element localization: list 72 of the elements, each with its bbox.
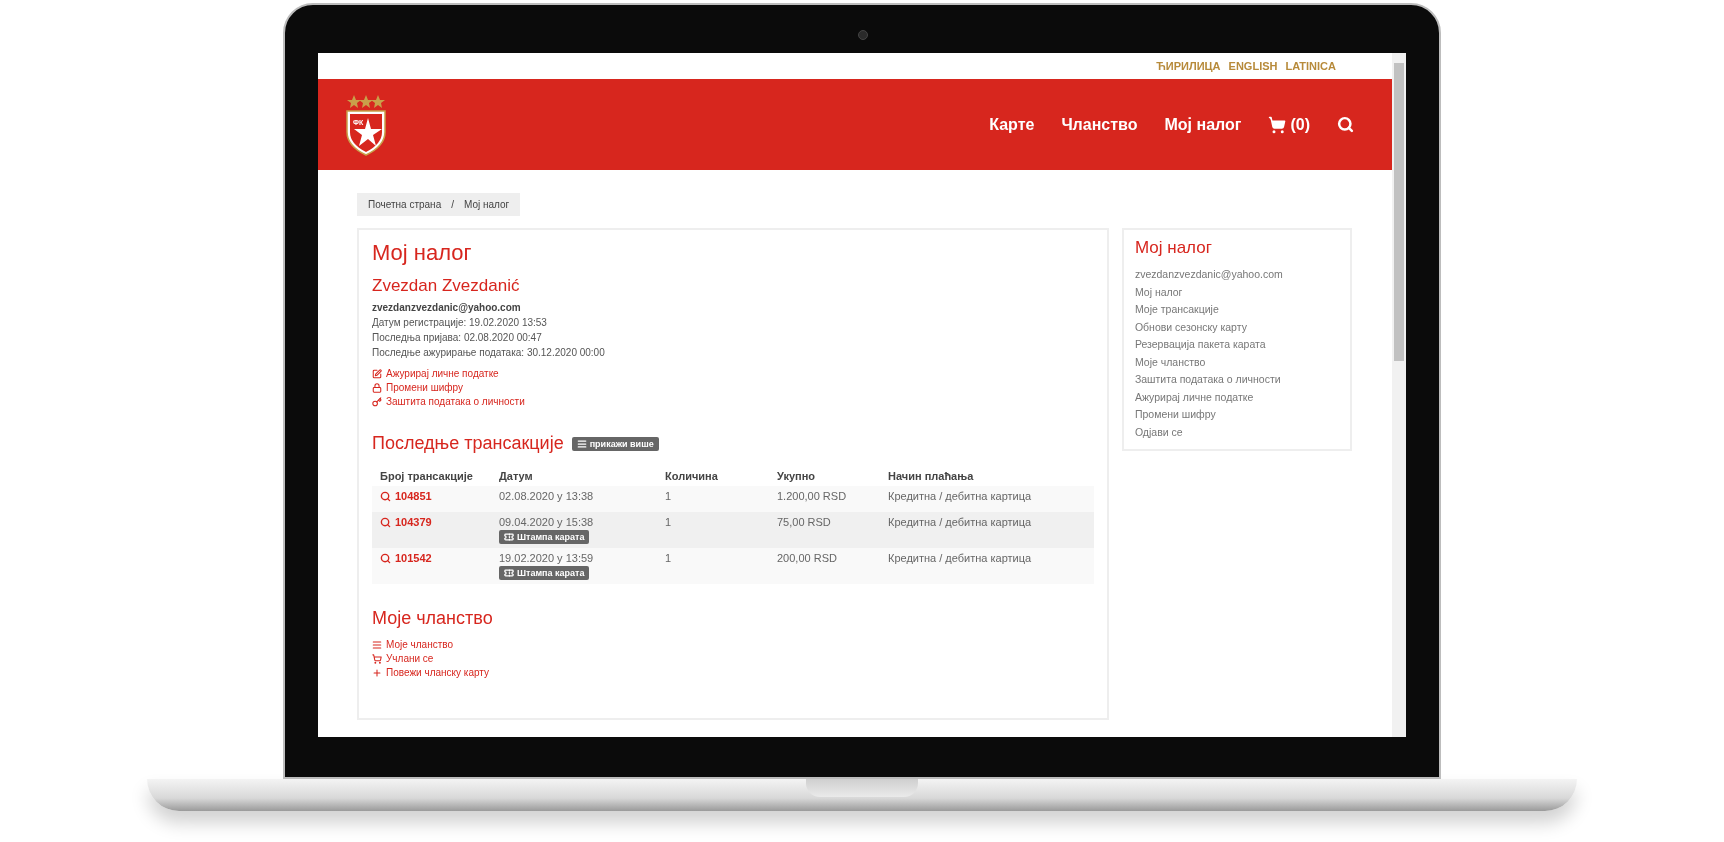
list-icon	[576, 438, 587, 449]
table-cell: 1	[665, 552, 672, 564]
user-email: zvezdanzvezdanic@yahoo.com	[372, 302, 522, 313]
table-cell: 1	[665, 490, 672, 502]
column-header: Укупно	[776, 469, 817, 484]
sidebar-link[interactable]: Резервација пакета карата	[1134, 338, 1339, 352]
table-cell: 200,00 RSD	[777, 552, 837, 564]
sidebar-link[interactable]: Заштита података о личности	[1134, 373, 1339, 387]
membership-link[interactable]: Учлани се	[372, 653, 1094, 664]
search-icon	[380, 552, 391, 564]
table-cell: Кредитна / дебитна картица	[888, 552, 1032, 564]
search-icon	[380, 516, 391, 528]
user-name: Zvezdan Zvezdanić	[372, 276, 521, 296]
breadcrumb-item: /	[451, 199, 454, 210]
transaction-link[interactable]: 104379	[380, 516, 432, 528]
account-link[interactable]: Промени шифру	[372, 382, 1094, 393]
column-header: Количина	[664, 469, 719, 484]
sidebar-link[interactable]: Одјави се	[1134, 425, 1339, 439]
language-link[interactable]: ЋИРИЛИЦА	[1156, 60, 1221, 72]
table-cell: 02.08.2020 у 13:38	[499, 490, 594, 502]
account-info: Последње ажурирање података: 30.12.2020 00:00	[372, 347, 606, 358]
transaction-link[interactable]: 101542	[380, 552, 432, 564]
membership-link[interactable]: Моје чланство	[372, 639, 1094, 650]
table-cell: 19.02.2020 у 13:59	[499, 552, 594, 564]
page-title: Мој налог	[372, 240, 473, 266]
account-info: Датум регистрације: 19.02.2020 13:53	[372, 317, 548, 328]
cart-icon	[1268, 115, 1287, 134]
table-cell: Кредитна / дебитна картица	[888, 490, 1032, 502]
sidebar-link[interactable]: zvezdanzvezdanic@yahoo.com	[1134, 268, 1339, 282]
sidebar-link[interactable]: Ажурирај личне податке	[1134, 390, 1339, 404]
plus-icon	[372, 667, 382, 678]
show-more-button[interactable]: прикажи више	[571, 436, 659, 451]
nav-link[interactable]: Чланство	[1061, 115, 1138, 134]
camera-icon	[858, 30, 868, 40]
ticket-icon	[504, 532, 514, 542]
search-icon	[380, 490, 391, 502]
print-tickets-button[interactable]: Штампа карата	[499, 530, 590, 544]
membership-link[interactable]: Повежи чланску карту	[372, 667, 1094, 678]
nav-link[interactable]: Карте	[989, 115, 1035, 134]
table-cell: 75,00 RSD	[777, 516, 831, 528]
nav-link[interactable]: Мој налог	[1164, 115, 1242, 134]
edit-icon	[372, 368, 382, 379]
account-info: Последња пријава: 02.08.2020 00:47	[372, 332, 543, 343]
language-link[interactable]: ENGLISH	[1228, 60, 1278, 72]
sidebar-link[interactable]: Промени шифру	[1134, 408, 1339, 422]
column-header: Начин плаћања	[887, 469, 975, 484]
sidebar-link[interactable]: Мој налог	[1134, 285, 1339, 299]
sidebar-link[interactable]: Обнови сезонску карту	[1134, 320, 1339, 334]
lock-icon	[372, 382, 382, 393]
sidebar-link[interactable]: Моје чланство	[1134, 355, 1339, 369]
ticket-icon	[504, 568, 514, 578]
account-link[interactable]: Ажурирај личне податке	[372, 368, 1094, 379]
cart-icon	[372, 653, 382, 664]
sidebar-link[interactable]: Моје трансакције	[1134, 303, 1339, 317]
sidebar-title: Мој налог	[1134, 238, 1213, 258]
table-cell: 09.04.2020 у 15:38	[499, 516, 594, 528]
search-icon[interactable]	[1337, 116, 1354, 133]
breadcrumb-item[interactable]: Почетна страна	[368, 199, 442, 210]
print-tickets-button[interactable]: Штампа карата	[499, 566, 590, 580]
account-link[interactable]: Заштита података о личности	[372, 396, 1094, 407]
key-icon	[372, 396, 382, 407]
column-header: Број трансакције	[379, 469, 474, 484]
section-title: Моје чланство	[372, 608, 493, 629]
table-cell: 1	[665, 516, 672, 528]
column-header: Датум	[498, 469, 534, 484]
breadcrumb-item: Мој налог	[464, 199, 510, 210]
table-cell: Кредитна / дебитна картица	[888, 516, 1032, 528]
list-icon	[372, 639, 382, 650]
language-link[interactable]: LATINICA	[1285, 60, 1336, 72]
section-title: Последње трансакције	[372, 433, 564, 454]
cart-link[interactable]: (0)	[1268, 115, 1310, 134]
table-cell: 1.200,00 RSD	[777, 490, 847, 502]
